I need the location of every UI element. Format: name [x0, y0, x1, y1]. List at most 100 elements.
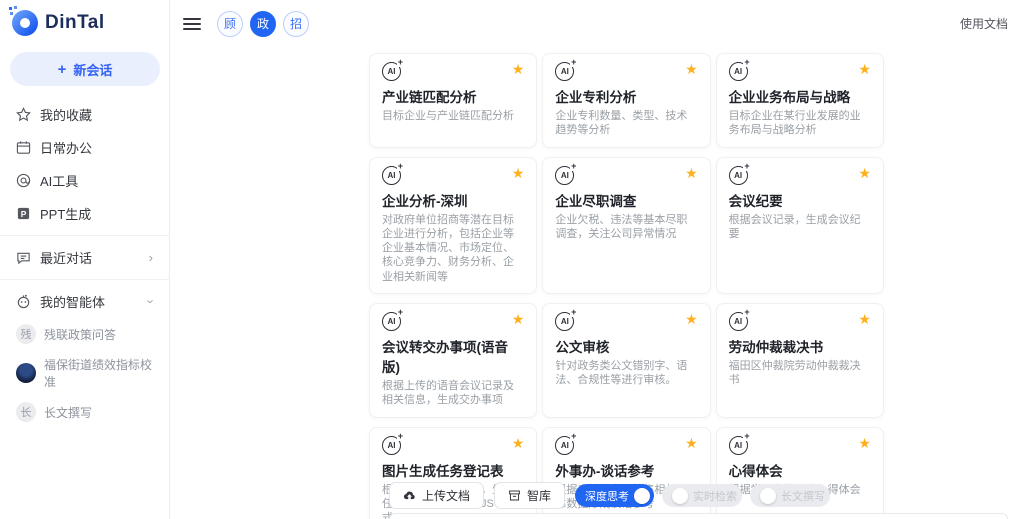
favorite-star-icon[interactable]: ★	[512, 436, 525, 450]
sidebar-agent-item[interactable]: 残 残联政策问答	[0, 318, 169, 350]
agent-label: 福保街道绩效指标校准	[44, 356, 153, 390]
main-area: 顾 政 招 使用文档 AI ★ 产业链匹配分析 目标企业与产业链匹配分析	[170, 0, 1024, 519]
sidebar-item-my-agents[interactable]: 我的智能体 ›	[0, 285, 169, 318]
agent-list: 残 残联政策问答 福保街道绩效指标校准 长 长文撰写	[0, 318, 169, 428]
favorite-star-icon[interactable]: ★	[512, 166, 525, 180]
ai-badge-icon: AI	[729, 166, 748, 185]
main-header: 顾 政 招 使用文档	[170, 0, 1024, 38]
sidebar-item-ai-tools[interactable]: AI工具	[0, 164, 169, 197]
sidebar-agent-item[interactable]: 长 长文撰写	[0, 396, 169, 428]
agent-card[interactable]: AI ★ 公文审核 针对政务类公文错别字、语法、合规性等进行审核。	[542, 303, 710, 418]
sidebar-item-favorites[interactable]: 我的收藏	[0, 98, 169, 131]
favorite-star-icon[interactable]: ★	[512, 312, 525, 326]
ai-badge-icon: AI	[555, 62, 574, 81]
card-title: 劳动仲裁裁决书	[729, 336, 871, 356]
favorite-star-icon[interactable]: ★	[858, 436, 871, 450]
card-title: 外事办-谈话参考	[555, 460, 697, 480]
feature-toggle[interactable]: 实时检索	[662, 484, 742, 507]
ai-badge-icon: AI	[729, 436, 748, 455]
feature-toggle[interactable]: 长文撰写	[750, 484, 830, 507]
chat-input-box[interactable]	[389, 513, 1008, 519]
upload-document-button[interactable]: 上传文档	[389, 482, 484, 509]
chat-toolbar: 上传文档 智库 深度思考 实时检索	[389, 482, 830, 509]
svg-text:P: P	[21, 209, 27, 219]
card-description: 企业欠税、违法等基本尽职调查，关注公司异常情况	[555, 213, 697, 242]
card-title: 会议转交办事项(语音版)	[382, 336, 524, 376]
favorite-star-icon[interactable]: ★	[858, 312, 871, 326]
agent-card[interactable]: AI ★ 企业分析-深圳 对政府单位招商等潜在目标企业进行分析，包括企业等企业基…	[369, 157, 537, 294]
knowledge-base-button[interactable]: 智库	[494, 482, 565, 509]
toggle-label: 长文撰写	[781, 488, 825, 504]
agent-avatar: 长	[16, 402, 36, 422]
card-description: 对政府单位招商等潜在目标企业进行分析，包括企业等企业基本情况、市场定位、核心竞争…	[382, 213, 524, 284]
hamburger-menu-icon[interactable]	[183, 18, 201, 30]
agent-card[interactable]: AI ★ 企业业务布局与战略 目标企业在某行业发展的业务布局与战略分析	[716, 53, 884, 148]
agent-card[interactable]: AI ★ 企业专利分析 企业专利数量、类型、技术趋势等分析	[542, 53, 710, 148]
card-title: 会议纪要	[729, 190, 871, 210]
favorite-star-icon[interactable]: ★	[858, 62, 871, 76]
ai-badge-icon: AI	[555, 312, 574, 331]
card-description: 目标企业与产业链匹配分析	[382, 109, 524, 123]
feature-toggle[interactable]: 深度思考	[575, 484, 654, 507]
sidebar-item-label: 我的收藏	[40, 105, 92, 124]
agent-card[interactable]: AI ★ 产业链匹配分析 目标企业与产业链匹配分析	[369, 53, 537, 148]
sidebar-item-label: 最近对话	[40, 248, 92, 267]
favorite-star-icon[interactable]: ★	[685, 166, 698, 180]
ai-badge-icon: AI	[382, 312, 401, 331]
favorite-star-icon[interactable]: ★	[685, 436, 698, 450]
calendar-icon	[16, 140, 31, 155]
agent-card[interactable]: AI ★ 企业尽职调查 企业欠税、违法等基本尽职调查，关注公司异常情况	[542, 157, 710, 294]
card-description: 企业专利数量、类型、技术趋势等分析	[555, 109, 697, 138]
app-window: DinTal + 新会话 我的收藏 日常办公 AI工具 P PPT生成 最近对话…	[0, 0, 1024, 519]
new-chat-button[interactable]: + 新会话	[10, 52, 160, 86]
favorite-star-icon[interactable]: ★	[512, 62, 525, 76]
toggle-knob[interactable]	[634, 488, 650, 504]
toggle-group: 深度思考 实时检索 长文撰写	[575, 484, 830, 507]
new-chat-label: 新会话	[73, 60, 112, 79]
workspace-switcher: 顾 政 招	[217, 11, 309, 37]
agent-label: 长文撰写	[44, 404, 92, 421]
plus-icon: +	[58, 61, 67, 78]
ai-badge-icon: AI	[382, 436, 401, 455]
favorite-star-icon[interactable]: ★	[685, 62, 698, 76]
archive-box-icon	[508, 489, 521, 502]
agent-card[interactable]: AI ★ 会议纪要 根据会议记录，生成会议纪要	[716, 157, 884, 294]
card-title: 公文审核	[555, 336, 697, 356]
ai-badge-icon: AI	[729, 62, 748, 81]
agent-card[interactable]: AI ★ 会议转交办事项(语音版) 根据上传的语音会议记录及相关信息，生成交办事…	[369, 303, 537, 418]
favorite-star-icon[interactable]: ★	[858, 166, 871, 180]
sidebar-item-recent-chats[interactable]: 最近对话 ›	[0, 241, 169, 274]
sidebar-item-label: PPT生成	[40, 204, 91, 223]
sidebar-agent-item[interactable]: 福保街道绩效指标校准	[0, 350, 169, 396]
toggle-knob[interactable]	[672, 488, 688, 504]
chevron-down-icon[interactable]: ›	[144, 299, 157, 303]
sidebar-divider	[0, 279, 169, 280]
toggle-label: 深度思考	[585, 488, 629, 504]
workspace-button[interactable]: 政	[250, 11, 276, 37]
ai-badge-icon: AI	[729, 312, 748, 331]
favorite-star-icon[interactable]: ★	[685, 312, 698, 326]
app-logo-icon	[12, 10, 38, 36]
sidebar-item-ppt[interactable]: P PPT生成	[0, 197, 169, 230]
toggle-knob[interactable]	[760, 488, 776, 504]
knowledge-base-label: 智库	[527, 487, 551, 504]
card-description: 根据会议记录，生成会议纪要	[729, 213, 871, 242]
card-description: 根据上传的语音会议记录及相关信息，生成交办事项	[382, 379, 524, 408]
card-title: 图片生成任务登记表	[382, 460, 524, 480]
ppt-icon: P	[16, 206, 31, 221]
sidebar-item-label: 日常办公	[40, 138, 92, 157]
sidebar-divider	[0, 235, 169, 236]
agent-avatar	[16, 363, 36, 383]
workspace-button[interactable]: 招	[283, 11, 309, 37]
agent-card[interactable]: AI ★ 劳动仲裁裁决书 福田区仲裁院劳动仲裁裁决书	[716, 303, 884, 418]
chevron-right-icon[interactable]: ›	[149, 251, 153, 264]
card-title: 企业尽职调查	[555, 190, 697, 210]
sidebar: DinTal + 新会话 我的收藏 日常办公 AI工具 P PPT生成 最近对话…	[0, 0, 170, 519]
sidebar-item-daily-office[interactable]: 日常办公	[0, 131, 169, 164]
usage-docs-link[interactable]: 使用文档	[960, 15, 1008, 32]
app-logo-text: DinTal	[45, 12, 105, 34]
ai-badge-icon: AI	[555, 436, 574, 455]
upload-document-label: 上传文档	[422, 487, 470, 504]
ai-badge-icon: AI	[555, 166, 574, 185]
workspace-button[interactable]: 顾	[217, 11, 243, 37]
